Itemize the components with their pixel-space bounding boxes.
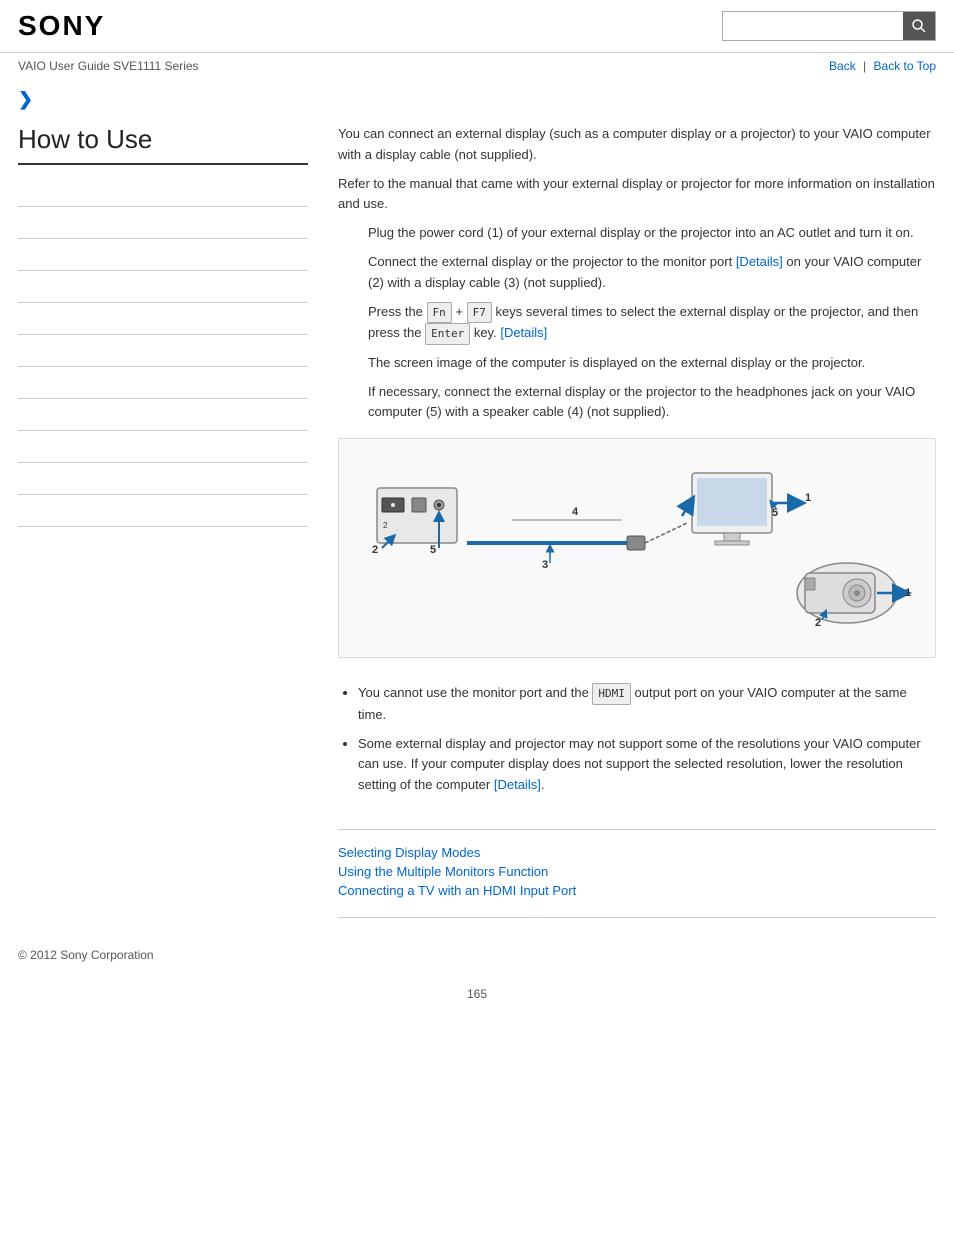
content-para2: Refer to the manual that came with your … <box>338 174 936 216</box>
svg-text:4: 4 <box>572 506 579 518</box>
sidebar-item-3[interactable] <box>18 239 308 271</box>
back-link[interactable]: Back <box>829 59 856 73</box>
sidebar-item-5[interactable] <box>18 303 308 335</box>
svg-text:1: 1 <box>905 587 911 599</box>
nav-bar: VAIO User Guide SVE1111 Series Back | Ba… <box>0 53 954 79</box>
content-para1: You can connect an external display (suc… <box>338 124 936 166</box>
page-number: 165 <box>0 977 954 1011</box>
step2: Connect the external display or the proj… <box>368 252 936 294</box>
related-links-section: Selecting Display Modes Using the Multip… <box>338 829 936 918</box>
diagram-svg: 2 2 5 3 4 <box>357 448 917 648</box>
search-input[interactable] <box>723 12 903 40</box>
sidebar-item-4[interactable] <box>18 271 308 303</box>
svg-text:2: 2 <box>372 544 378 556</box>
sidebar-item-11[interactable] <box>18 495 308 527</box>
content-area: You can connect an external display (suc… <box>328 114 936 933</box>
nav-separator: | <box>863 59 866 73</box>
sony-logo: SONY <box>18 10 105 42</box>
step3-details-link[interactable]: [Details] <box>500 325 547 340</box>
f7-key: F7 <box>467 302 492 324</box>
svg-text:3: 3 <box>542 559 548 571</box>
sidebar-item-10[interactable] <box>18 463 308 495</box>
sidebar: How to Use <box>18 114 328 933</box>
step2-prefix: Connect the external display or the proj… <box>368 254 736 269</box>
breadcrumb-section: ❯ <box>0 79 954 114</box>
connection-diagram: 2 2 5 3 4 <box>338 438 936 658</box>
guide-title: VAIO User Guide SVE1111 Series <box>18 59 199 73</box>
fn-key: Fn <box>427 302 452 324</box>
related-link-multiple-monitors[interactable]: Using the Multiple Monitors Function <box>338 864 936 879</box>
note2-text: Some external display and projector may … <box>358 736 921 793</box>
svg-text:5: 5 <box>772 507 778 519</box>
note2-details-link[interactable]: [Details] <box>494 777 541 792</box>
sidebar-title: How to Use <box>18 124 308 165</box>
search-icon <box>911 18 927 34</box>
notes-list: You cannot use the monitor port and the … <box>358 683 936 796</box>
notes-section: You cannot use the monitor port and the … <box>338 673 936 814</box>
svg-text:2: 2 <box>383 521 388 530</box>
step1: Plug the power cord (1) of your external… <box>368 223 936 244</box>
sidebar-item-8[interactable] <box>18 399 308 431</box>
search-box <box>722 11 936 41</box>
sidebar-item-2[interactable] <box>18 207 308 239</box>
svg-text:5: 5 <box>430 544 436 556</box>
note1-text: You cannot use the monitor port and the … <box>358 685 907 722</box>
step2-details-link[interactable]: [Details] <box>736 254 783 269</box>
note2-suffix: . <box>541 777 545 792</box>
step3-screen: The screen image of the computer is disp… <box>368 353 936 374</box>
related-link-connecting-tv[interactable]: Connecting a TV with an HDMI Input Port <box>338 883 936 898</box>
page-footer: © 2012 Sony Corporation <box>0 933 954 977</box>
note-item-1: You cannot use the monitor port and the … <box>358 683 936 725</box>
enter-key: Enter <box>425 323 470 345</box>
sidebar-item-6[interactable] <box>18 335 308 367</box>
main-layout: How to Use You can connect an external d… <box>0 114 954 933</box>
sidebar-item-9[interactable] <box>18 431 308 463</box>
hdmi-label: HDMI <box>592 683 631 705</box>
related-link-selecting-display[interactable]: Selecting Display Modes <box>338 845 936 860</box>
back-to-top-link[interactable]: Back to Top <box>874 59 936 73</box>
sidebar-item-1[interactable] <box>18 175 308 207</box>
breadcrumb-arrow-icon[interactable]: ❯ <box>18 89 33 109</box>
svg-text:2: 2 <box>815 617 821 629</box>
search-button[interactable] <box>903 12 935 40</box>
nav-links: Back | Back to Top <box>829 59 936 73</box>
step3: Press the Fn + F7 keys several times to … <box>368 302 936 345</box>
svg-text:1: 1 <box>805 492 811 504</box>
note-item-2: Some external display and projector may … <box>358 734 936 796</box>
page-header: SONY <box>0 0 954 53</box>
copyright-text: © 2012 Sony Corporation <box>18 948 154 962</box>
sidebar-item-7[interactable] <box>18 367 308 399</box>
step4: If necessary, connect the external displ… <box>368 382 936 424</box>
